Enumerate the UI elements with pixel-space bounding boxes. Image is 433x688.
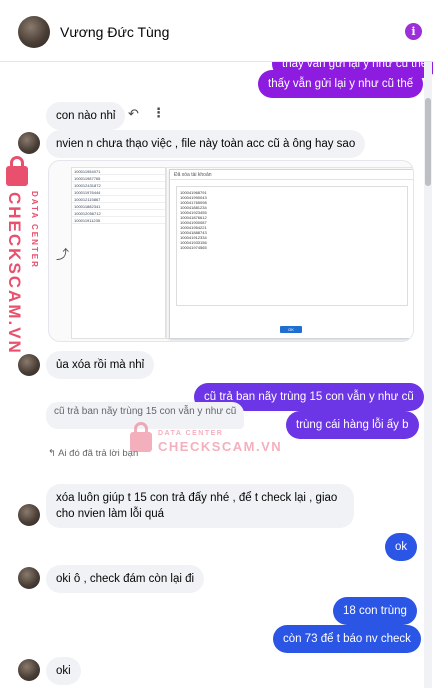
more-options-icon[interactable]: ⋮ (152, 105, 165, 121)
message-outgoing[interactable]: ok (385, 533, 418, 561)
message-outgoing[interactable]: còn 73 để t báo nv check (273, 625, 421, 653)
sender-avatar[interactable] (18, 567, 40, 589)
dialog-title: Đã xóa tài khoản (170, 170, 413, 180)
share-icon[interactable]: ⤴ (56, 244, 69, 263)
message-incoming[interactable]: nvien n chưa thạo việc , file này toàn a… (46, 130, 366, 158)
sheet-cell: 100012056712 (72, 210, 165, 217)
scrollbar-thumb[interactable] (425, 98, 431, 186)
sender-avatar[interactable] (18, 132, 40, 154)
sender-avatar[interactable] (18, 659, 40, 681)
sender-avatar[interactable] (18, 504, 40, 526)
message-incoming[interactable]: ủa xóa rồi mà nhỉ (46, 351, 155, 379)
reply-icon[interactable]: ↶ (128, 106, 139, 122)
reply-indicator: ↰ Ai đó đã trả lời bạn (48, 448, 139, 459)
watermark-line2: CHECKSCAM.VN (158, 439, 283, 454)
message-incoming[interactable]: con nào nhỉ (46, 102, 126, 130)
sheet-cell: 100011987765 (72, 175, 165, 182)
contact-avatar[interactable] (18, 16, 50, 48)
sheet-cell: 100011954071 (72, 168, 165, 175)
sheet-cell: 100011882341 (72, 203, 165, 210)
sheet-cell: 100011976444 (72, 189, 165, 196)
info-icon[interactable]: i (405, 23, 422, 40)
sheet-cell: 100011911235 (72, 217, 165, 224)
spreadsheet-column: 100011954071 100011987765 100012431872 1… (71, 167, 166, 339)
embedded-dialog: Đã xóa tài khoản 100041968791 1000419900… (169, 169, 413, 339)
contact-name[interactable]: Vương Đức Tùng (60, 24, 169, 40)
message-incoming[interactable]: xóa luôn giúp t 15 con trả đấy nhé , để … (46, 484, 354, 528)
chat-header: Vương Đức Tùng i (0, 0, 433, 62)
watermark-line1: DATA CENTER (158, 430, 224, 437)
message-incoming[interactable]: oki (46, 657, 81, 685)
dialog-line: 100041974565 (180, 245, 207, 250)
message-list: thấy vẫn gửi lại y như cũ thế thấy vẫn g… (0, 62, 433, 688)
dialog-ok-button: OK (280, 326, 302, 333)
watermark-line2: CHECKSCAM.VN (5, 192, 24, 355)
scrollbar[interactable] (424, 62, 432, 688)
dialog-list: 100041968791 100041990043 100041765098 1… (176, 186, 408, 306)
sheet-cell: 100012431872 (72, 182, 165, 189)
message-outgoing[interactable]: trùng cái hàng lỗi ấy b (286, 411, 419, 439)
sender-avatar[interactable] (18, 354, 40, 376)
watermark-line1: DATA CENTER (30, 191, 39, 269)
watermark-logo: DATA CENTER CHECKSCAM.VN (0, 156, 40, 355)
image-attachment[interactable]: 100011954071 100011987765 100012431872 1… (48, 160, 414, 342)
message-outgoing[interactable]: thấy vẫn gửi lại y như cũ thế (258, 70, 424, 98)
sheet-cell: 100012115867 (72, 196, 165, 203)
watermark-center: DATA CENTER CHECKSCAM.VN (128, 422, 281, 458)
lock-icon (6, 156, 28, 186)
message-incoming[interactable]: oki ô , check đám còn lại đi (46, 565, 205, 593)
message-outgoing[interactable]: 18 con trùng (333, 597, 417, 625)
